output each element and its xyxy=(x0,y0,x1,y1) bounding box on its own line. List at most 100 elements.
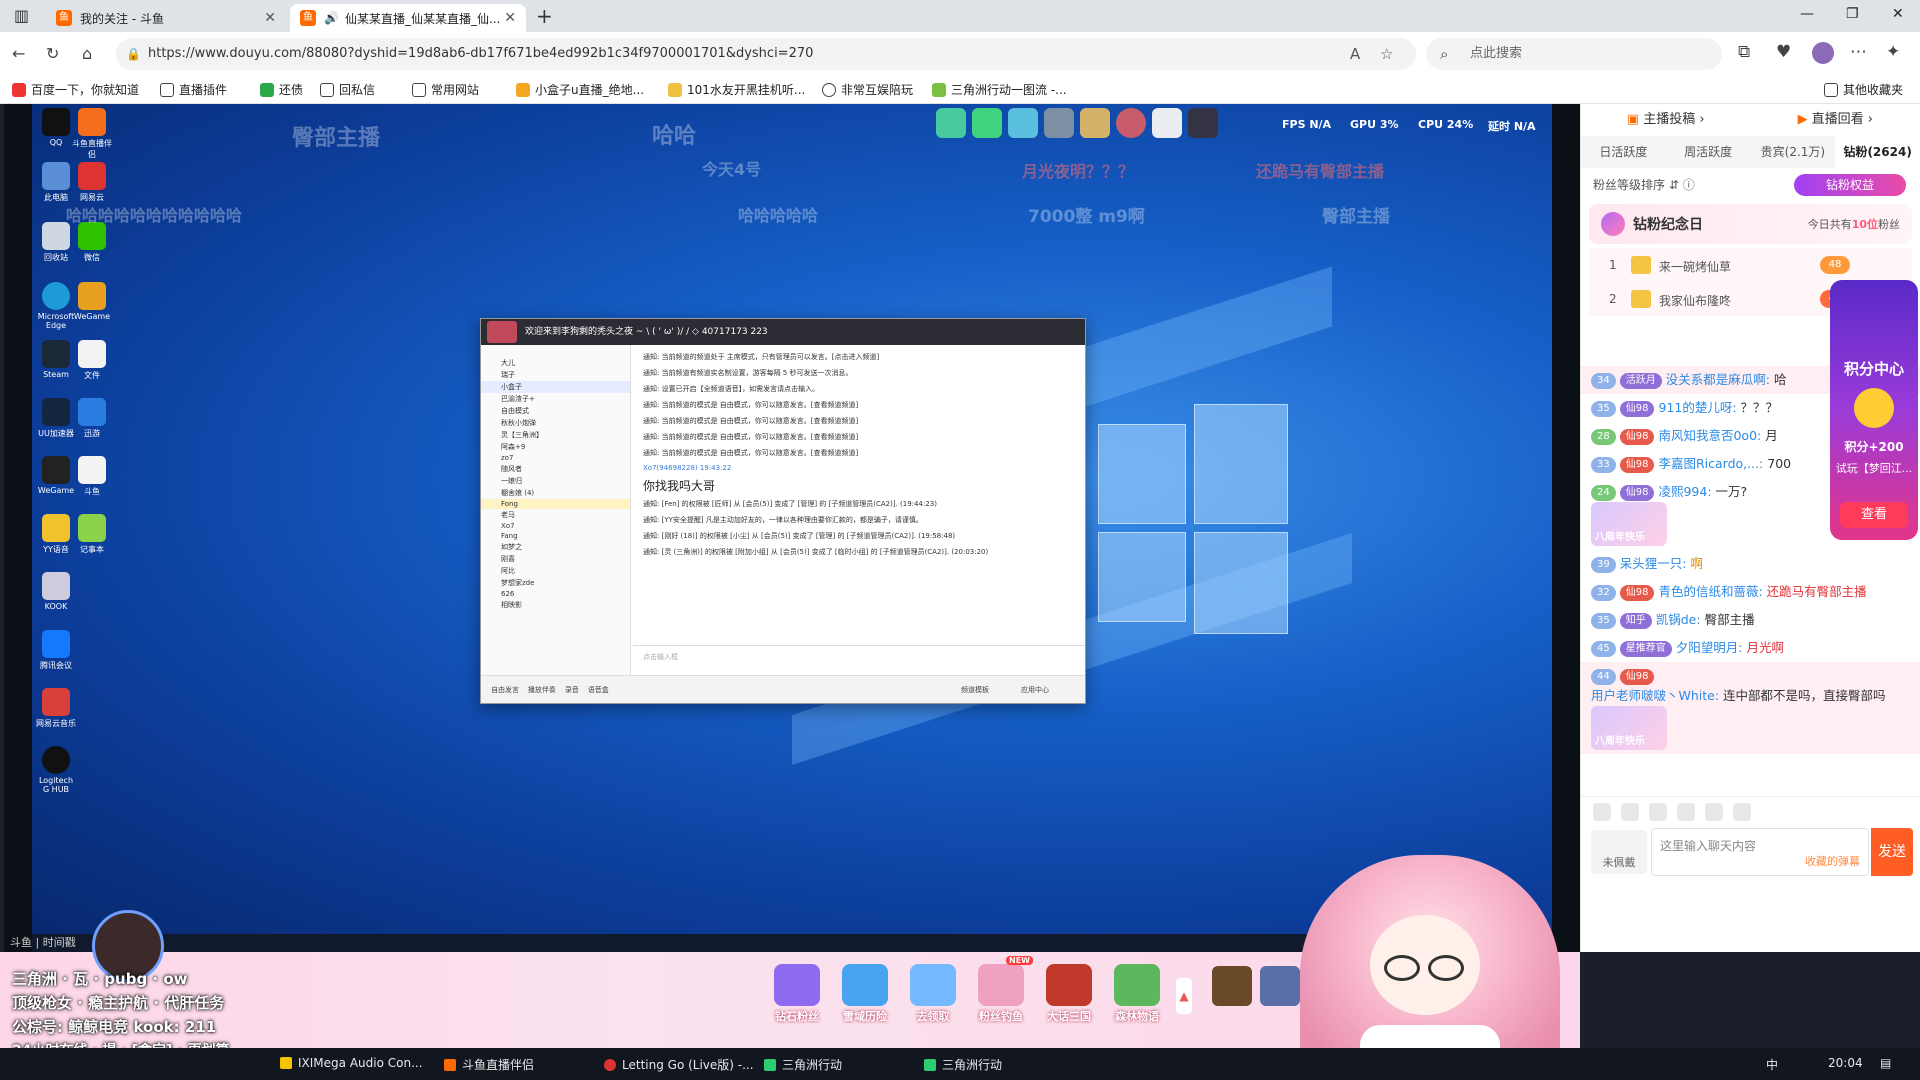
desktop-icon[interactable]: Steam xyxy=(36,340,76,379)
extensions-icon[interactable]: ⧉ xyxy=(1738,42,1750,62)
new-tab-icon[interactable]: + xyxy=(536,4,553,28)
desktop-icon[interactable]: 迅游 xyxy=(72,398,112,439)
back-icon[interactable]: ← xyxy=(12,44,25,63)
chat-username[interactable]: 凌熙994: xyxy=(1658,484,1711,499)
bookmark-item[interactable]: 非常互娱陪玩 xyxy=(822,81,913,98)
diamond-fan-benefits-button[interactable]: 钻粉权益 xyxy=(1794,174,1906,196)
bookmark-folder[interactable]: 回私信 xyxy=(320,81,375,98)
close-window-icon[interactable]: ✕ xyxy=(1892,6,1904,22)
emoji-icon[interactable] xyxy=(1593,803,1611,821)
gift-item[interactable]: NEW 粉丝钓鱼 xyxy=(970,956,1033,1024)
gift-item[interactable]: 大话三国 xyxy=(1038,964,1100,1024)
horn-icon[interactable] xyxy=(1621,803,1639,821)
taskbar-app[interactable]: 三角洲行动 xyxy=(924,1056,1002,1073)
desktop-icon[interactable]: 斗鱼直播伴侣 xyxy=(72,108,112,160)
bookmark-item[interactable]: 小盒子u直播_绝地... xyxy=(516,81,644,98)
favorite-star-icon[interactable]: ☆ xyxy=(1380,38,1393,70)
taskbar-app[interactable]: 三角洲行动 xyxy=(764,1056,842,1073)
desktop-icon[interactable]: QQ xyxy=(36,108,76,147)
tab-diamond-fans[interactable]: 钻粉(2624) xyxy=(1835,136,1920,168)
speaker-icon[interactable]: 🔊 xyxy=(324,11,339,25)
desktop-icon[interactable]: WeGame xyxy=(36,456,76,495)
home-icon[interactable]: ⌂ xyxy=(82,44,92,63)
bookmark-folder[interactable]: 常用网站 xyxy=(412,81,479,98)
chat-username[interactable]: 没关系都是麻瓜啊: xyxy=(1666,372,1770,387)
desktop-icon[interactable]: Microsoft Edge xyxy=(36,282,76,330)
backpack-item-icon[interactable] xyxy=(1260,966,1300,1006)
chat-username[interactable]: 南风知我意否0o0: xyxy=(1658,428,1761,443)
lock-icon[interactable]: 🔒 xyxy=(126,38,141,70)
chat-username[interactable]: 911的楚儿呀: xyxy=(1658,400,1736,415)
chat-input[interactable]: 这里输入聊天内容 收藏的弹幕 xyxy=(1651,828,1869,876)
tab-weekly-activity[interactable]: 周活跃度 xyxy=(1666,136,1751,168)
bookmark-item[interactable]: 三角洲行动一图流 -... xyxy=(932,81,1067,98)
hd-icon[interactable] xyxy=(1733,803,1751,821)
desktop-icon[interactable]: 回收站 xyxy=(36,222,76,263)
chat-username[interactable]: 用户老师啵啵丶White: xyxy=(1591,688,1719,703)
desktop-icon[interactable]: KOOK xyxy=(36,572,76,611)
search-input[interactable]: ⌕ 点此搜索 xyxy=(1426,38,1722,70)
video-player[interactable]: QQ 斗鱼直播伴侣 此电脑 网易云 回收站 微信 Microsoft Edge … xyxy=(4,104,1580,952)
chat-username[interactable]: 凯锅de: xyxy=(1656,612,1701,627)
desktop-icon[interactable]: 记事本 xyxy=(72,514,112,555)
desktop-icon[interactable]: 腾讯会议 xyxy=(36,630,76,671)
tab-close-icon[interactable]: ✕ xyxy=(504,10,516,26)
profile-avatar[interactable] xyxy=(1812,42,1834,64)
chat-username[interactable]: 夕阳望明月: xyxy=(1676,640,1743,655)
desktop-icon[interactable]: 斗鱼 xyxy=(72,456,112,497)
ime-indicator[interactable]: 中 xyxy=(1766,1056,1778,1073)
tab-close-icon[interactable]: ✕ xyxy=(264,10,276,26)
restore-icon[interactable]: ❐ xyxy=(1846,6,1859,22)
bookmark-item[interactable]: 还债 xyxy=(260,81,303,98)
gift-item[interactable]: 雪域历险 xyxy=(834,964,896,1024)
chat-username[interactable]: 呆头狸一只: xyxy=(1620,556,1687,571)
taskbar-app[interactable]: Letting Go (Live版) -... xyxy=(604,1056,754,1073)
points-center-promo[interactable]: 积分中心 积分+200 试玩【梦回江... 查看 xyxy=(1830,280,1918,540)
url-field[interactable]: 🔒 https://www.douyu.com/88080?dyshid=19d… xyxy=(116,38,1416,70)
desktop-icon[interactable]: UU加速器 xyxy=(36,398,76,439)
tab-daily-activity[interactable]: 日活跃度 xyxy=(1581,136,1666,168)
tab-vip[interactable]: 贵宾(2.1万) xyxy=(1751,136,1836,168)
notification-icon[interactable]: ▤ xyxy=(1880,1056,1891,1070)
backpack-item-icon[interactable] xyxy=(1212,966,1252,1006)
desktop-icon[interactable]: 文件 xyxy=(72,340,112,381)
red-packet-icon[interactable] xyxy=(1649,803,1667,821)
gift-item[interactable]: 钻石粉丝 xyxy=(766,964,828,1024)
promo-view-button[interactable]: 查看 xyxy=(1840,502,1908,528)
taskbar-app[interactable]: 斗鱼直播伴侣 xyxy=(444,1056,534,1073)
copilot-icon[interactable]: ✦ xyxy=(1886,42,1900,62)
bookmark-folder[interactable]: 直播插件 xyxy=(160,81,227,98)
taskbar-app[interactable]: IXIMega Audio Con... xyxy=(280,1056,423,1070)
refresh-icon[interactable]: ↻ xyxy=(46,44,59,63)
bookmark-item[interactable]: 百度一下，你就知道 xyxy=(12,81,139,98)
replay-link[interactable]: ▶ 直播回看 › xyxy=(1751,104,1920,136)
desktop-icon[interactable]: WeGame xyxy=(72,282,112,321)
tab-my-follows[interactable]: 鱼 我的关注 - 斗鱼 ✕ xyxy=(46,4,286,32)
desktop-icon[interactable]: 网易云音乐 xyxy=(36,688,76,729)
minimize-icon[interactable]: — xyxy=(1800,6,1814,22)
desktop-icon[interactable]: 此电脑 xyxy=(36,162,76,203)
desktop-icon[interactable]: 微信 xyxy=(72,222,112,263)
gift-item[interactable]: 去领取 xyxy=(902,964,964,1024)
gift-scroll-up-icon[interactable]: ▲ xyxy=(1176,978,1192,1014)
sidebar-toggle-icon[interactable]: ▥ xyxy=(14,6,29,25)
fan-rank-row[interactable]: 1 来一碗烤仙草 48 xyxy=(1589,248,1912,282)
tab-stream[interactable]: 鱼 🔊 仙某某直播_仙某某直播_仙... ✕ xyxy=(290,4,526,32)
browser-essentials-icon[interactable]: ♥ xyxy=(1776,42,1791,62)
text-style-icon[interactable] xyxy=(1705,803,1723,821)
desktop-icon[interactable]: 网易云 xyxy=(72,162,112,203)
gift-item[interactable]: 森林物语 xyxy=(1106,964,1168,1024)
bookmark-item[interactable]: 101水友开黑挂机听... xyxy=(668,81,805,98)
saved-danmaku-link[interactable]: 收藏的弹幕 xyxy=(1805,853,1860,869)
clock[interactable]: 20:04 xyxy=(1828,1056,1863,1070)
chat-username[interactable]: 青色的信纸和蔷薇: xyxy=(1658,584,1762,599)
streamer-posts-link[interactable]: ▣ 主播投稿 › xyxy=(1581,104,1751,136)
desktop-icon[interactable]: YY语音 xyxy=(36,514,76,555)
fan-icon[interactable] xyxy=(1677,803,1695,821)
chat-username[interactable]: 李嘉图Ricardo,...: xyxy=(1658,456,1763,471)
more-menu-icon[interactable]: ⋯ xyxy=(1850,42,1867,62)
bookmark-folder-other[interactable]: 其他收藏夹 xyxy=(1824,81,1903,98)
send-button[interactable]: 发送 xyxy=(1871,828,1913,876)
desktop-icon[interactable]: Logitech G HUB xyxy=(36,746,76,794)
badge-selector[interactable]: 未佩戴 xyxy=(1591,830,1647,874)
